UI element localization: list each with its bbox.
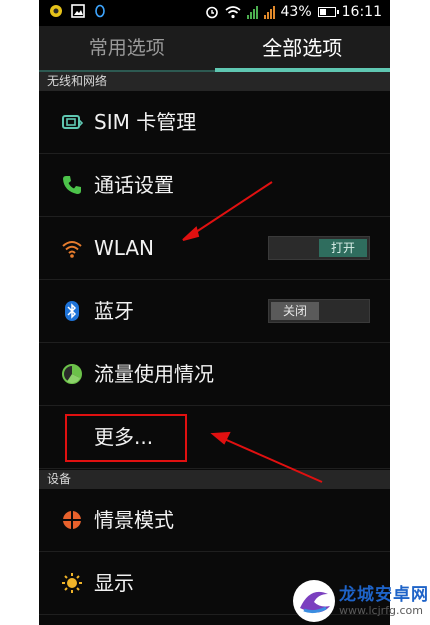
- settings-item-call[interactable]: 通话设置: [39, 154, 390, 217]
- section-header-device: 设备: [39, 470, 390, 489]
- qq-notification-icon: [95, 4, 105, 18]
- settings-item-label: 情景模式: [94, 508, 174, 532]
- settings-item-label: 通话设置: [94, 173, 174, 197]
- phone-icon: [63, 176, 81, 194]
- toggle-knob: 打开: [319, 239, 367, 257]
- watermark-text: 龙城安卓网: [339, 585, 429, 605]
- bluetooth-toggle[interactable]: 关闭: [268, 299, 370, 323]
- status-bar: 43% 16:11: [39, 0, 390, 26]
- bluetooth-icon: [65, 301, 79, 321]
- watermark-url: www.lcjrfg.com: [339, 604, 424, 617]
- tab-common-options[interactable]: 常用选项: [39, 26, 215, 72]
- clock: 16:11: [341, 4, 382, 20]
- settings-item-label: WLAN: [94, 236, 155, 260]
- tab-bar: 常用选项 全部选项: [39, 26, 390, 72]
- settings-item-label: 更多...: [94, 425, 154, 449]
- settings-item-wlan[interactable]: WLAN 打开: [39, 217, 390, 280]
- settings-item-label: 蓝牙: [94, 299, 134, 323]
- battery-icon: [317, 7, 339, 17]
- section-header-wireless: 无线和网络: [39, 72, 390, 91]
- sim-card-icon: [62, 115, 83, 129]
- watermark-logo-icon: [293, 580, 335, 622]
- settings-item-more[interactable]: 更多...: [39, 406, 390, 469]
- wlan-toggle[interactable]: 打开: [268, 236, 370, 260]
- alarm-icon: [205, 6, 218, 19]
- wifi-status-icon: [224, 6, 241, 19]
- brightness-icon: [62, 573, 82, 593]
- pie-chart-icon: [62, 364, 82, 384]
- phone-screen: 43% 16:11 常用选项 全部选项 无线和网络 SIM 卡管理 通话设置 W…: [39, 0, 390, 625]
- settings-item-data-usage[interactable]: 流量使用情况: [39, 343, 390, 406]
- settings-item-label: 流量使用情况: [94, 362, 214, 386]
- toggle-knob: 关闭: [271, 302, 319, 320]
- signal-strength-icon-1: [246, 5, 258, 19]
- settings-item-label: SIM 卡管理: [94, 110, 197, 134]
- watermark: 龙城安卓网 www.lcjrfg.com: [290, 578, 430, 625]
- tab-all-options[interactable]: 全部选项: [215, 26, 391, 72]
- settings-item-bluetooth[interactable]: 蓝牙 关闭: [39, 280, 390, 343]
- app-notification-icon: [50, 5, 62, 17]
- gallery-notification-icon: [71, 4, 85, 18]
- wifi-icon: [62, 241, 82, 258]
- ball-icon: [63, 511, 81, 529]
- settings-item-sim[interactable]: SIM 卡管理: [39, 91, 390, 154]
- settings-item-scene-mode[interactable]: 情景模式: [39, 489, 390, 552]
- settings-item-label: 显示: [94, 571, 134, 595]
- battery-percent: 43%: [280, 4, 312, 20]
- signal-strength-icon-2: [263, 5, 275, 19]
